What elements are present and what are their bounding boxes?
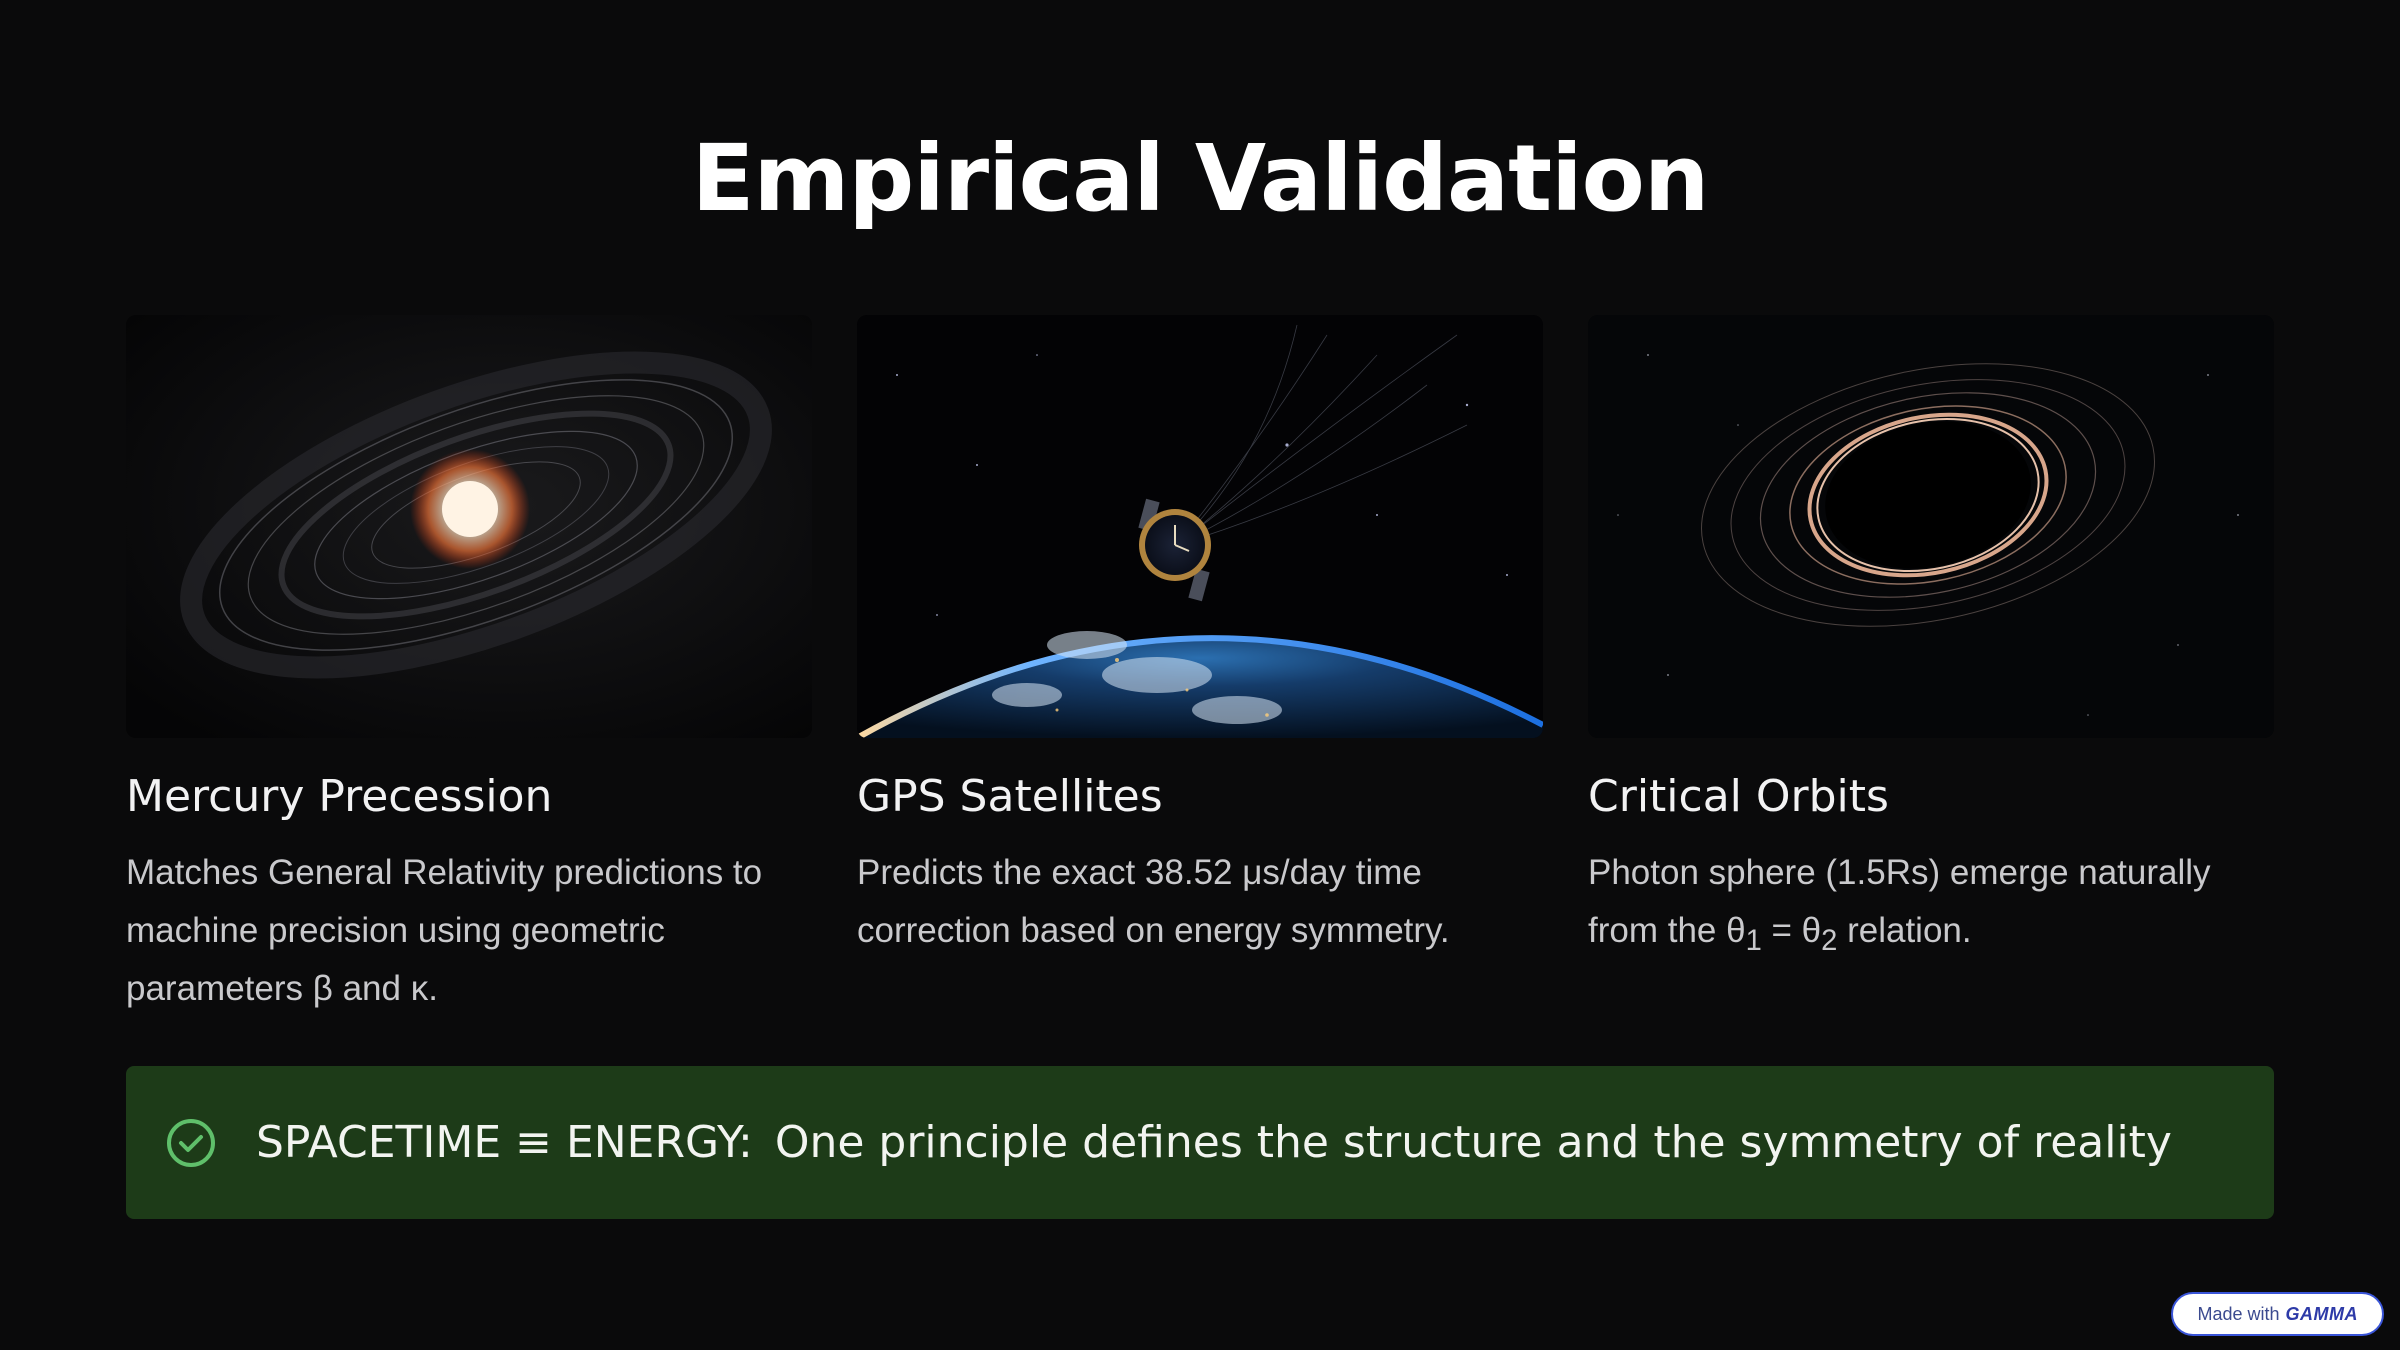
callout-banner: SPACETIME ≡ ENERGY: One principle defines… [126, 1066, 2274, 1219]
card-title: Mercury Precession [126, 771, 553, 822]
slide: Empirical Validation Mercury Precession … [0, 0, 2400, 1350]
badge-prefix: Made with [2197, 1303, 2280, 1324]
satellite-clock-earth-icon [857, 315, 1543, 738]
callout-message: One principle defines the structure and … [774, 1117, 2172, 1168]
card-description: Photon sphere (1.5Rs) emerge naturally f… [1588, 852, 2211, 957]
card-gps-satellites: GPS Satellites Predicts the exact 38.52 … [857, 315, 1543, 960]
slide-title: Empirical Validation [691, 125, 1710, 232]
card-mercury-precession: Mercury Precession Matches General Relat… [126, 315, 812, 1018]
card-critical-orbits: Critical Orbits Photon sphere (1.5Rs) em… [1588, 315, 2274, 970]
made-with-gamma-badge[interactable]: Made with GAMMA [2171, 1292, 2384, 1336]
callout-text: SPACETIME ≡ ENERGY: One principle defines… [256, 1117, 2172, 1168]
card-title: GPS Satellites [857, 771, 1163, 822]
gamma-logo: GAMMA [2285, 1303, 2358, 1324]
cards-row: Mercury Precession Matches General Relat… [126, 315, 2274, 1035]
black-hole-photon-ring-icon [1588, 315, 2274, 738]
callout-label: SPACETIME ≡ ENERGY: [256, 1117, 753, 1168]
sun-orbit-rings-icon [126, 315, 812, 738]
card-description: Predicts the exact 38.52 μs/day time cor… [857, 852, 1450, 950]
card-title: Critical Orbits [1588, 771, 1889, 822]
card-description: Matches General Relativity predictions t… [126, 852, 763, 1008]
check-circle-icon [167, 1118, 215, 1167]
